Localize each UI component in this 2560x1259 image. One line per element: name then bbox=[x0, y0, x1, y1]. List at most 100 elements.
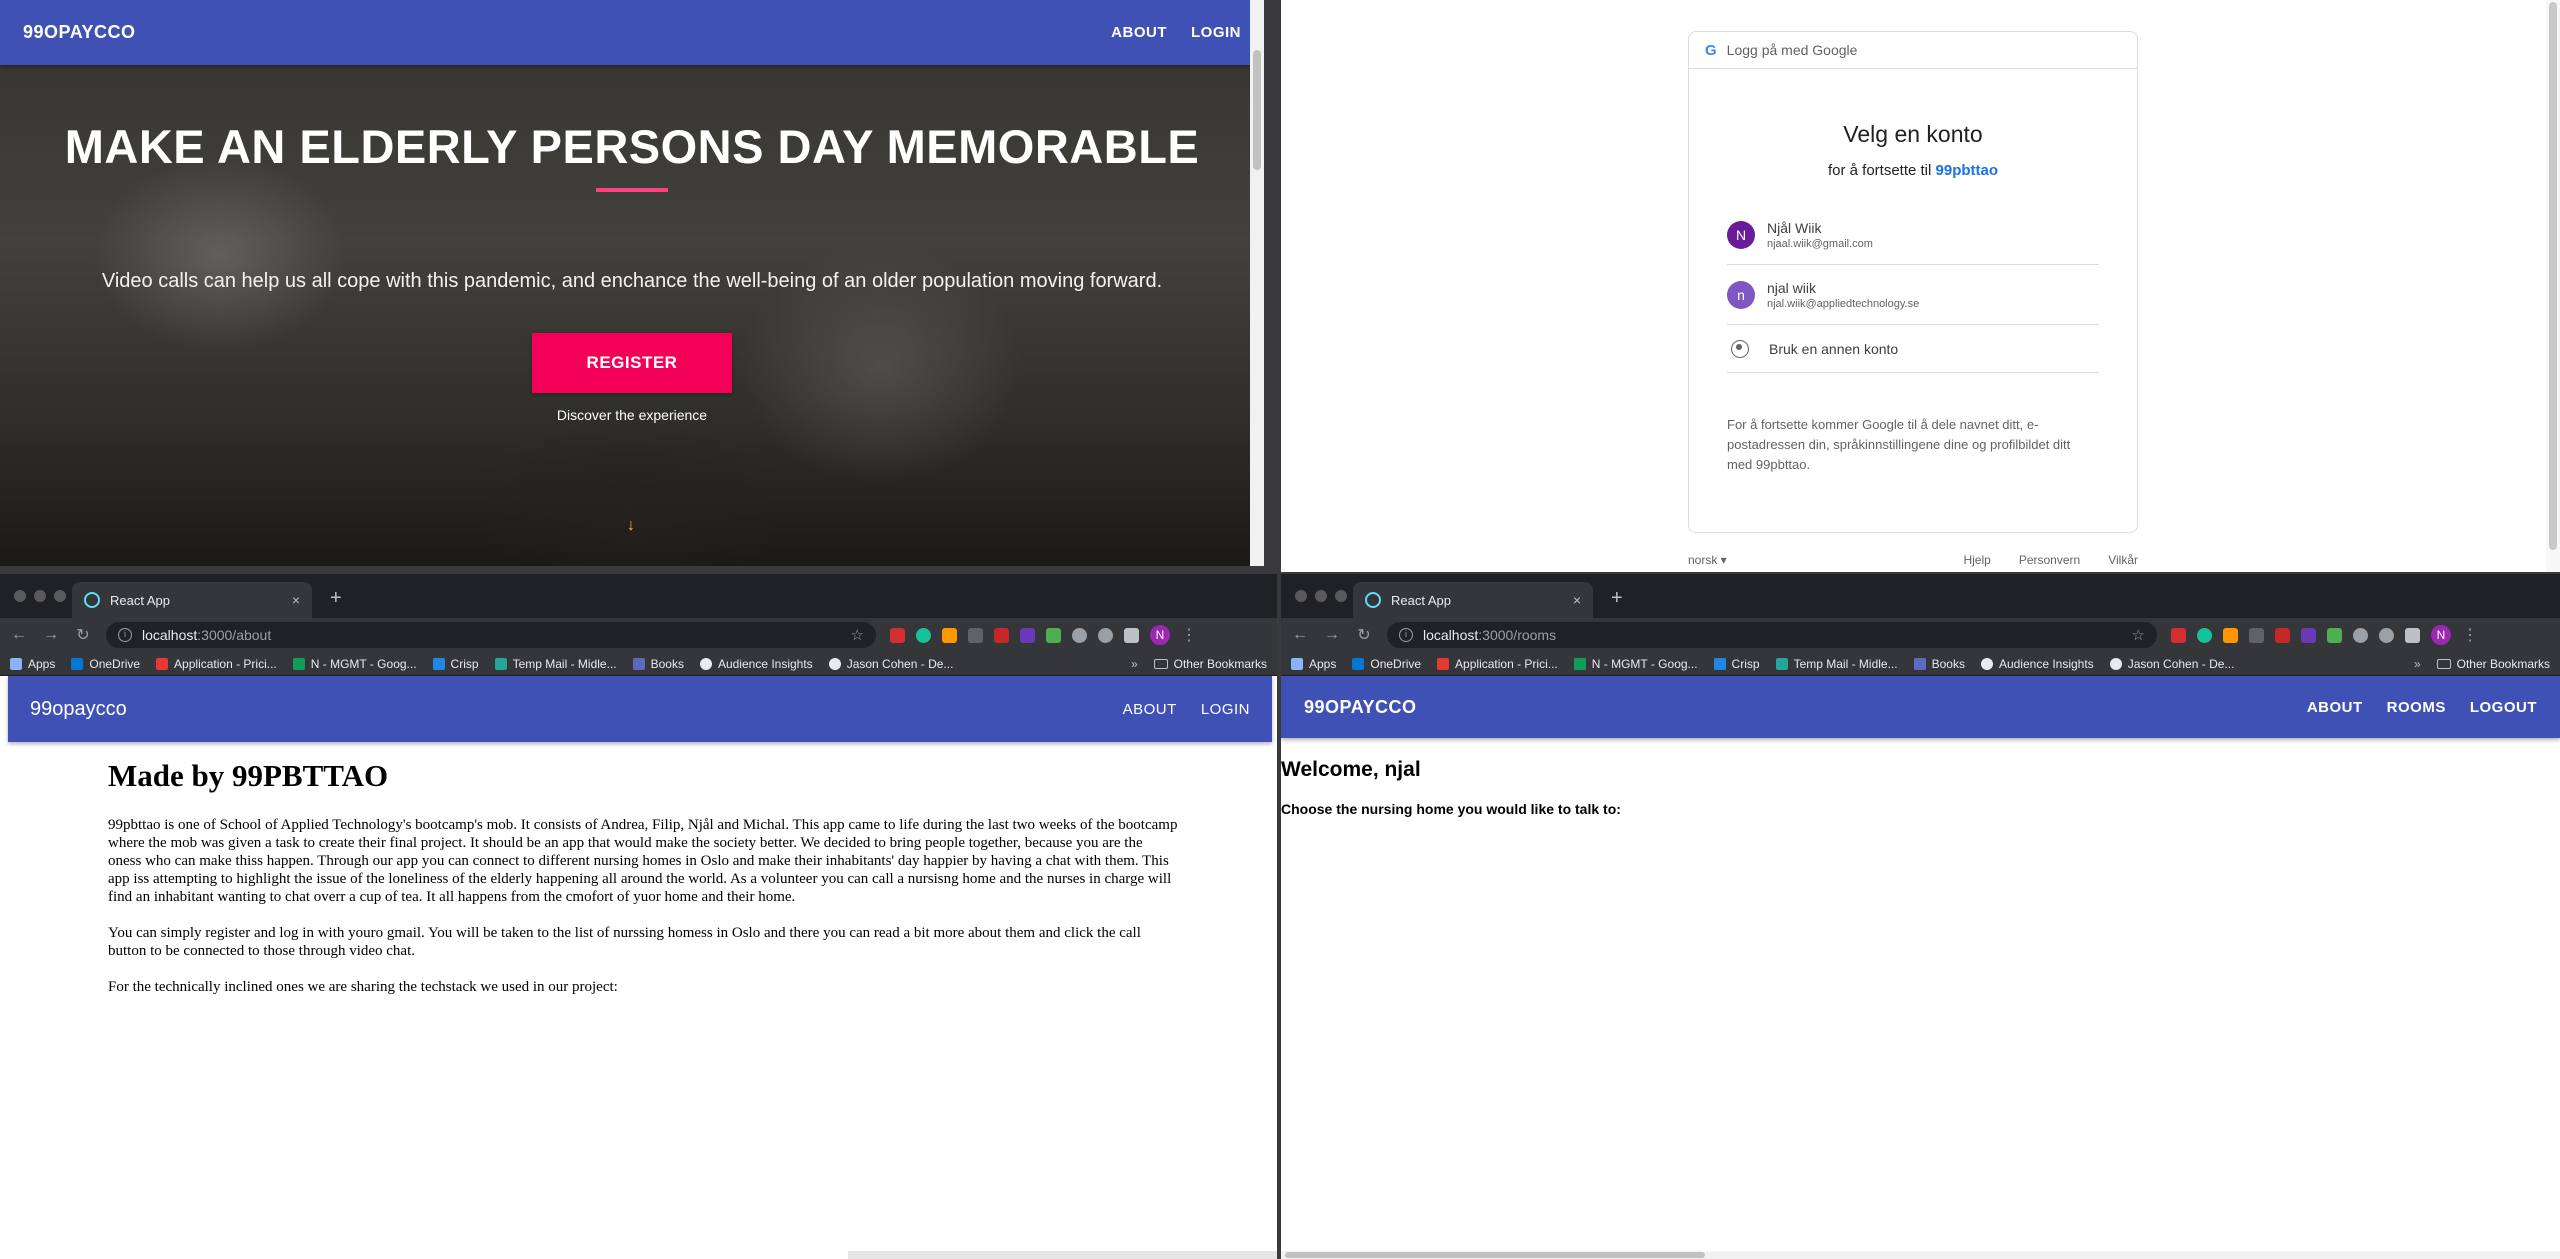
about-content: Made by 99PBTTAO 99pbttao is one of Scho… bbox=[0, 742, 1277, 996]
bookmark-item[interactable]: Books bbox=[632, 657, 684, 671]
rooms-nav-rooms[interactable]: ROOMS bbox=[2387, 699, 2446, 716]
url-host: localhost bbox=[142, 627, 198, 643]
new-tab-button[interactable]: + bbox=[1611, 587, 1623, 610]
address-bar[interactable]: i localhost:3000/about ☆ bbox=[106, 622, 876, 648]
google-account-card: G Logg på med Google Velg en konto for å… bbox=[1688, 31, 2138, 533]
extension-icon[interactable] bbox=[2301, 627, 2316, 643]
bookmark-item[interactable]: OneDrive bbox=[71, 657, 140, 671]
other-bookmarks[interactable]: Other Bookmarks bbox=[1153, 657, 1267, 671]
grammarly-icon[interactable] bbox=[2197, 627, 2212, 643]
bookmark-item[interactable]: Apps bbox=[1291, 657, 1336, 671]
google-account-item[interactable]: N Njål Wiik njaal.wiik@gmail.com bbox=[1727, 205, 2099, 265]
extension-icon[interactable] bbox=[890, 627, 905, 643]
bookmark-item[interactable]: OneDrive bbox=[1352, 657, 1421, 671]
extension-icon[interactable] bbox=[1020, 627, 1035, 643]
react-icon bbox=[1365, 592, 1381, 608]
bookmark-star-icon[interactable]: ☆ bbox=[851, 626, 864, 644]
profile-avatar[interactable]: N bbox=[1150, 625, 1170, 645]
about-paragraph: 99pbttao is one of School of Applied Tec… bbox=[108, 817, 1178, 905]
landing-scrollbar-thumb[interactable] bbox=[1253, 50, 1261, 170]
extension-icon[interactable] bbox=[1046, 627, 1061, 643]
rooms-navbar: 99OPAYCCO ABOUT ROOMS LOGOUT bbox=[1281, 676, 2560, 738]
google-account-item[interactable]: n njal wiik njal.wiik@appliedtechnology.… bbox=[1727, 265, 2099, 325]
extension-icon[interactable] bbox=[2379, 627, 2394, 643]
bookmark-item[interactable]: Application - Prici... bbox=[156, 657, 277, 671]
rooms-brand[interactable]: 99OPAYCCO bbox=[1304, 697, 1417, 718]
puzzle-icon[interactable] bbox=[2405, 627, 2420, 643]
info-icon[interactable]: i bbox=[118, 628, 132, 642]
bookmark-item[interactable]: Apps bbox=[10, 657, 55, 671]
about-nav-about[interactable]: ABOUT bbox=[1123, 701, 1177, 718]
bookmark-icon bbox=[1775, 657, 1788, 670]
extension-icon[interactable] bbox=[994, 627, 1009, 643]
puzzle-icon[interactable] bbox=[1124, 627, 1139, 643]
window-controls[interactable] bbox=[1295, 590, 1347, 602]
close-icon[interactable]: × bbox=[292, 592, 300, 608]
extension-icon[interactable] bbox=[2275, 627, 2290, 643]
rooms-nav-about[interactable]: ABOUT bbox=[2307, 699, 2363, 716]
bookmark-item[interactable]: Books bbox=[1913, 657, 1965, 671]
extension-icon[interactable] bbox=[2353, 627, 2368, 643]
bookmark-item[interactable]: N - MGMT - Goog... bbox=[292, 657, 417, 671]
tab-react-app[interactable]: React App × bbox=[1353, 582, 1593, 618]
google-subtitle-prefix: for å fortsette til bbox=[1827, 162, 1932, 179]
rooms-horizontal-scrollbar-thumb[interactable] bbox=[1285, 1252, 1705, 1258]
hero-subtitle: Video calls can help us all cope with th… bbox=[101, 270, 1163, 292]
bookmark-item[interactable]: N - MGMT - Goog... bbox=[1573, 657, 1698, 671]
tab-react-app[interactable]: React App × bbox=[72, 582, 312, 618]
profile-avatar[interactable]: N bbox=[2431, 625, 2451, 645]
extension-icon[interactable] bbox=[968, 627, 983, 643]
bookmark-item[interactable]: Jason Cohen - De... bbox=[828, 657, 953, 671]
browser-toolbar: ← → ↻ i localhost:3000/rooms ☆ N ⋮ bbox=[1281, 618, 2560, 652]
extension-icon[interactable] bbox=[1072, 627, 1087, 643]
bookmark-item[interactable]: Temp Mail - Midle... bbox=[1775, 657, 1898, 671]
window-controls[interactable] bbox=[14, 590, 66, 602]
bookmarks-overflow-icon[interactable]: » bbox=[1131, 657, 1138, 671]
google-scrollbar-thumb[interactable] bbox=[2549, 2, 2557, 550]
landing-nav-about[interactable]: ABOUT bbox=[1111, 24, 1167, 41]
register-button[interactable]: REGISTER bbox=[532, 333, 732, 393]
close-icon[interactable]: × bbox=[1573, 592, 1581, 608]
about-horizontal-scrollbar[interactable] bbox=[848, 1251, 1277, 1259]
arrow-down-icon[interactable]: ↓ bbox=[627, 517, 635, 535]
bookmark-item[interactable]: Crisp bbox=[1713, 657, 1760, 671]
forward-arrow-icon[interactable]: → bbox=[42, 626, 60, 644]
extension-icon[interactable] bbox=[2223, 627, 2238, 643]
bookmark-item[interactable]: Application - Prici... bbox=[1437, 657, 1558, 671]
menu-kebab-icon[interactable]: ⋮ bbox=[1181, 625, 1197, 645]
bookmark-item[interactable]: Audience Insights bbox=[699, 657, 813, 671]
footer-link-help[interactable]: Hjelp bbox=[1963, 553, 1990, 567]
landing-nav-login[interactable]: LOGIN bbox=[1191, 24, 1241, 41]
use-another-account-button[interactable]: Bruk en annen konto bbox=[1727, 325, 2099, 373]
new-tab-button[interactable]: + bbox=[330, 587, 342, 610]
back-arrow-icon[interactable]: ← bbox=[10, 626, 28, 644]
other-bookmarks[interactable]: Other Bookmarks bbox=[2436, 657, 2550, 671]
reload-icon[interactable]: ↻ bbox=[74, 625, 92, 645]
extension-icon[interactable] bbox=[2249, 627, 2264, 643]
menu-kebab-icon[interactable]: ⋮ bbox=[2462, 625, 2478, 645]
address-bar[interactable]: i localhost:3000/rooms ☆ bbox=[1387, 622, 2157, 648]
forward-arrow-icon[interactable]: → bbox=[1323, 626, 1341, 644]
google-app-link[interactable]: 99pbttao bbox=[1936, 162, 1999, 179]
footer-link-privacy[interactable]: Personvern bbox=[2019, 553, 2080, 567]
grammarly-icon[interactable] bbox=[916, 627, 931, 643]
about-nav-login[interactable]: LOGIN bbox=[1201, 701, 1250, 718]
language-select[interactable]: norsk ▾ bbox=[1688, 553, 1727, 567]
info-icon[interactable]: i bbox=[1399, 628, 1413, 642]
extension-icon[interactable] bbox=[942, 627, 957, 643]
extension-icon[interactable] bbox=[2327, 627, 2342, 643]
bookmark-item[interactable]: Jason Cohen - De... bbox=[2109, 657, 2234, 671]
rooms-nav-logout[interactable]: LOGOUT bbox=[2470, 699, 2537, 716]
bookmarks-overflow-icon[interactable]: » bbox=[2414, 657, 2421, 671]
reload-icon[interactable]: ↻ bbox=[1355, 625, 1373, 645]
footer-link-terms[interactable]: Vilkår bbox=[2108, 553, 2138, 567]
bookmark-item[interactable]: Audience Insights bbox=[1980, 657, 2094, 671]
landing-brand[interactable]: 99OPAYCCO bbox=[23, 22, 136, 43]
about-brand[interactable]: 99opaycco bbox=[30, 698, 127, 721]
back-arrow-icon[interactable]: ← bbox=[1291, 626, 1309, 644]
extension-icon[interactable] bbox=[1098, 627, 1113, 643]
extension-icon[interactable] bbox=[2171, 627, 2186, 643]
bookmark-item[interactable]: Temp Mail - Midle... bbox=[494, 657, 617, 671]
bookmark-star-icon[interactable]: ☆ bbox=[2132, 626, 2145, 644]
bookmark-item[interactable]: Crisp bbox=[432, 657, 479, 671]
